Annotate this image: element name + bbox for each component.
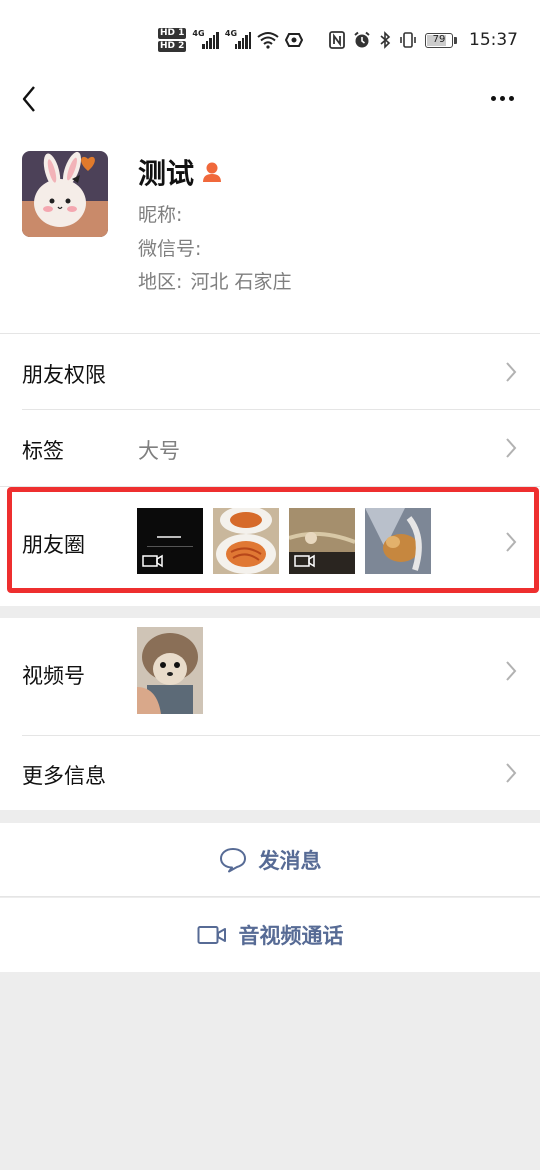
signal-icon: 4G [192, 29, 219, 49]
video-call-label: 音视频通话 [238, 924, 344, 948]
nickname-line: 昵称: [138, 200, 184, 227]
wifi-icon [257, 32, 280, 49]
region-label: 地区: [138, 271, 183, 293]
person-icon [203, 162, 222, 182]
more-info-label: 更多信息 [22, 764, 106, 788]
network2-label: 4G [224, 29, 238, 38]
sim-badges: HD 1 HD 2 [158, 28, 187, 52]
channels-thumbnail[interactable] [137, 627, 203, 714]
moments-thumbnail[interactable] [365, 508, 431, 574]
video-call-button[interactable]: 音视频通话 [0, 898, 540, 972]
alarm-icon [354, 31, 370, 48]
chevron-right-icon [506, 532, 517, 552]
name-row: 测试 [138, 152, 222, 192]
vibrate-icon [400, 32, 416, 48]
wechat-id-line: 微信号: [138, 234, 203, 261]
tags-row[interactable]: 标签 大号 [0, 410, 540, 486]
sim1-badge: HD 1 [158, 28, 187, 39]
region-line: 地区: 河北 石家庄 [138, 267, 292, 294]
status-left: HD 1 HD 2 4G 4G [158, 24, 304, 56]
bluetooth-icon [380, 31, 391, 49]
wechat-id-label: 微信号: [138, 238, 202, 260]
battery-level: 79 [432, 33, 446, 45]
more-dots-icon [490, 95, 496, 101]
hotspot-icon [285, 33, 304, 47]
profile-header: 测试 昵称: 微信号: 地区: 河北 石家庄 [0, 130, 540, 334]
permissions-label: 朋友权限 [22, 363, 106, 387]
avatar[interactable] [22, 151, 108, 237]
channels-row[interactable]: 视频号 [0, 606, 540, 736]
region-value: 河北 石家庄 [190, 271, 292, 293]
sim2-badge: HD 2 [158, 41, 187, 52]
send-message-label: 发消息 [258, 848, 322, 873]
clock: 15:37 [469, 30, 518, 50]
top-nav [0, 80, 540, 130]
chat-bubble-icon [219, 847, 246, 872]
moments-row[interactable]: 朋友圈 [0, 486, 540, 606]
contact-name: 测试 [138, 157, 195, 190]
chevron-right-icon [506, 362, 517, 382]
nfc-icon [329, 31, 345, 49]
more-info-row[interactable]: 更多信息 [0, 736, 540, 810]
signal2-icon: 4G [224, 29, 252, 49]
nickname-label: 昵称: [138, 204, 183, 226]
chevron-right-icon [506, 661, 517, 681]
battery-icon: 79 [425, 32, 457, 48]
moments-thumbnail[interactable] [213, 508, 279, 574]
tags-label: 标签 [22, 439, 64, 463]
tags-value: 大号 [138, 439, 180, 463]
network1-label: 4G [192, 29, 205, 38]
back-button[interactable] [14, 82, 44, 116]
send-message-button[interactable]: 发消息 [0, 823, 540, 897]
chevron-right-icon [506, 763, 517, 783]
status-bar: HD 1 HD 2 4G 4G 79 15:37 [0, 0, 540, 80]
chevron-left-icon [22, 86, 35, 112]
video-camera-icon [197, 926, 226, 944]
channels-label: 视频号 [22, 664, 85, 688]
more-button[interactable] [486, 84, 518, 112]
status-right: 79 15:37 [329, 28, 518, 52]
moments-thumbnail[interactable] [137, 508, 203, 574]
moments-thumbnail[interactable] [289, 508, 355, 574]
moments-label: 朋友圈 [22, 533, 85, 557]
permissions-row[interactable]: 朋友权限 [0, 334, 540, 410]
chevron-right-icon [506, 438, 517, 458]
